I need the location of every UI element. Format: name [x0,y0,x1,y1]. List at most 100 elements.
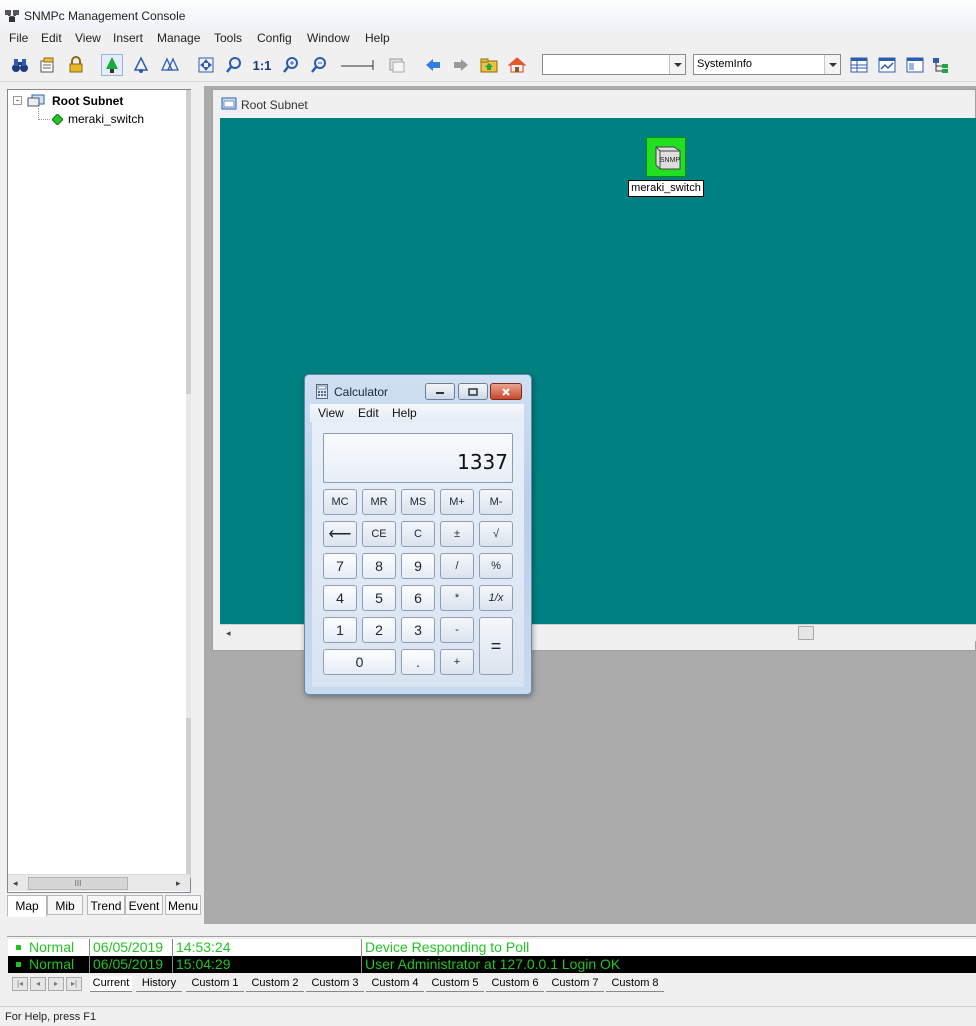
tab-history[interactable]: History [136,976,182,992]
last-page-icon[interactable]: ▸| [66,977,82,991]
minimize-button[interactable] [425,383,455,400]
maximize-button[interactable] [458,383,488,400]
key-ms[interactable]: MS [401,489,435,515]
tab-custom-5[interactable]: Custom 5 [426,976,484,992]
select-tool-icon[interactable] [101,54,123,76]
tab-custom-3[interactable]: Custom 3 [306,976,364,992]
first-page-icon[interactable]: |◂ [12,977,28,991]
calc-menu-view[interactable]: View [318,406,344,420]
menu-insert[interactable]: Insert [113,30,143,46]
key-6[interactable]: 6 [401,585,435,611]
key-4[interactable]: 4 [323,585,357,611]
tab-event[interactable]: Event [125,895,163,915]
tab-mib[interactable]: Mib [47,895,83,915]
scroll-right-icon[interactable]: ▸ [176,878,181,889]
zoom-out-icon[interactable] [308,54,330,76]
event-row[interactable]: Normal 06/05/2019 15:04:29 User Administ… [8,956,976,973]
next-page-icon[interactable]: ▸ [48,977,64,991]
tab-menu[interactable]: Menu [165,895,201,915]
tree-root-label[interactable]: Root Subnet [52,94,123,108]
tab-current[interactable]: Current [90,976,132,992]
lock-icon[interactable] [65,54,87,76]
key-add[interactable]: + [440,649,474,675]
zoom-icon[interactable] [223,54,245,76]
device-label[interactable]: meraki_switch [628,180,704,197]
key-9[interactable]: 9 [401,553,435,579]
tab-custom-8[interactable]: Custom 8 [606,976,664,992]
scroll-left-icon[interactable]: ◂ [13,878,18,889]
key-reciprocal[interactable]: 1/x [479,585,513,611]
tab-custom-7[interactable]: Custom 7 [546,976,604,992]
tab-custom-1[interactable]: Custom 1 [186,976,244,992]
menu-config[interactable]: Config [257,30,292,46]
tab-custom-6[interactable]: Custom 6 [486,976,544,992]
bell-icon[interactable] [130,54,152,76]
move-icon[interactable] [195,54,217,76]
event-row[interactable]: Normal 06/05/2019 14:53:24 Device Respon… [8,939,976,956]
menu-window[interactable]: Window [307,30,350,46]
home-icon[interactable] [506,54,528,76]
key-ce[interactable]: CE [362,521,396,547]
zoom-1to1-button[interactable]: 1:1 [251,54,273,76]
key-8[interactable]: 8 [362,553,396,579]
key-subtract[interactable]: - [440,617,474,643]
link-tool-icon[interactable] [340,54,378,76]
key-decimal[interactable]: . [401,649,435,675]
binoculars-icon[interactable] [9,54,31,76]
properties-icon[interactable] [37,54,59,76]
key-multiply[interactable]: * [440,585,474,611]
up-folder-icon[interactable] [478,54,500,76]
key-backspace[interactable]: ⟵ [323,521,357,547]
scroll-thumb[interactable]: III [28,877,128,890]
key-mr[interactable]: MR [362,489,396,515]
key-divide[interactable]: / [440,553,474,579]
collapse-toggle-icon[interactable]: - [13,96,22,105]
tab-map[interactable]: Map [7,895,47,917]
window-icon[interactable] [386,54,408,76]
prev-page-icon[interactable]: ◂ [30,977,46,991]
zoom-in-icon[interactable] [280,54,302,76]
info-combo[interactable]: SystemInfo [693,54,841,75]
report-icon[interactable] [904,54,926,76]
key-m-plus[interactable]: M+ [440,489,474,515]
tab-custom-2[interactable]: Custom 2 [246,976,304,992]
key-plus-minus[interactable]: ± [440,521,474,547]
menu-tools[interactable]: Tools [214,30,242,46]
back-arrow-icon[interactable] [422,54,444,76]
tree-horizontal-scrollbar[interactable]: ◂ III ▸ [8,874,190,891]
tree-vertical-scrollbar[interactable] [186,90,191,878]
scroll-left-icon[interactable]: ◂ [226,628,231,639]
graph-icon[interactable] [876,54,898,76]
menu-manage[interactable]: Manage [157,30,200,46]
menu-view[interactable]: View [75,30,101,46]
tree-compile-icon[interactable] [930,54,952,76]
key-equals[interactable]: = [479,617,513,675]
scroll-thumb[interactable] [186,90,191,394]
key-percent[interactable]: % [479,553,513,579]
key-1[interactable]: 1 [323,617,357,643]
menu-edit[interactable]: Edit [41,30,62,46]
calc-menu-help[interactable]: Help [392,406,417,420]
tab-custom-4[interactable]: Custom 4 [366,976,424,992]
device-meraki-switch[interactable]: SNMP [646,137,686,177]
bells-icon[interactable] [159,54,181,76]
key-5[interactable]: 5 [362,585,396,611]
key-7[interactable]: 7 [323,553,357,579]
chevron-down-icon[interactable] [824,55,840,74]
forward-arrow-icon[interactable] [450,54,472,76]
table-icon[interactable] [848,54,870,76]
calc-menu-edit[interactable]: Edit [358,406,379,420]
menu-file[interactable]: File [9,30,28,46]
map-combo[interactable] [542,54,686,75]
chevron-down-icon[interactable] [669,55,685,74]
scroll-thumb[interactable] [798,626,814,640]
key-sqrt[interactable]: √ [479,521,513,547]
key-2[interactable]: 2 [362,617,396,643]
tree-item-meraki-switch[interactable]: meraki_switch [68,112,144,126]
key-mc[interactable]: MC [323,489,357,515]
key-3[interactable]: 3 [401,617,435,643]
key-clear[interactable]: C [401,521,435,547]
key-0[interactable]: 0 [323,649,396,675]
menu-help[interactable]: Help [365,30,390,46]
tab-trend[interactable]: Trend [87,895,125,915]
